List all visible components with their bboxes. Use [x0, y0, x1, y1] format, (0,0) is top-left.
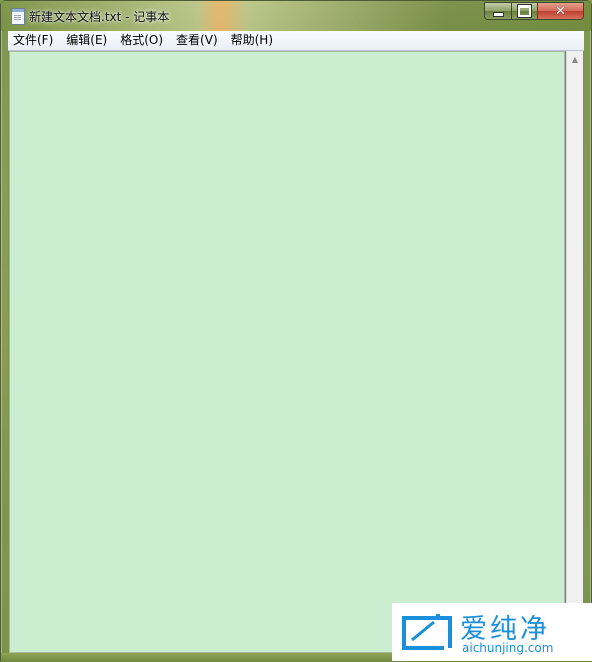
menu-view[interactable]: 查看(V) — [171, 31, 223, 50]
minimize-button[interactable] — [484, 2, 511, 20]
menu-bar: 文件(F) 编辑(E) 格式(O) 查看(V) 帮助(H) — [8, 31, 584, 51]
minimize-icon — [492, 11, 504, 17]
caption-buttons: ✕ — [484, 2, 584, 21]
vertical-scrollbar[interactable]: ▲ — [566, 51, 583, 653]
title-bar[interactable]: 新建文本文档.txt - 记事本 ✕ — [1, 1, 591, 31]
notepad-icon[interactable] — [11, 8, 25, 25]
watermark-en-text: aichunjing.com — [462, 641, 554, 655]
scroll-up-arrow-icon[interactable]: ▲ — [567, 51, 583, 68]
text-editor-area[interactable] — [9, 51, 565, 653]
menu-help[interactable]: 帮助(H) — [226, 31, 278, 50]
notepad-window: 新建文本文档.txt - 记事本 ✕ 文件(F) 编辑(E) 格式(O) 查看(… — [0, 0, 592, 662]
menu-file[interactable]: 文件(F) — [8, 31, 58, 50]
watermark: 爱纯净 aichunjing.com — [392, 603, 592, 661]
maximize-button[interactable] — [511, 2, 537, 20]
menu-format[interactable]: 格式(O) — [115, 31, 168, 50]
maximize-icon — [517, 4, 532, 18]
window-title: 新建文本文档.txt - 记事本 — [29, 10, 170, 24]
close-icon: ✕ — [555, 3, 566, 19]
watermark-logo-icon — [402, 614, 452, 650]
menu-edit[interactable]: 编辑(E) — [61, 31, 112, 50]
close-button[interactable]: ✕ — [537, 2, 584, 20]
